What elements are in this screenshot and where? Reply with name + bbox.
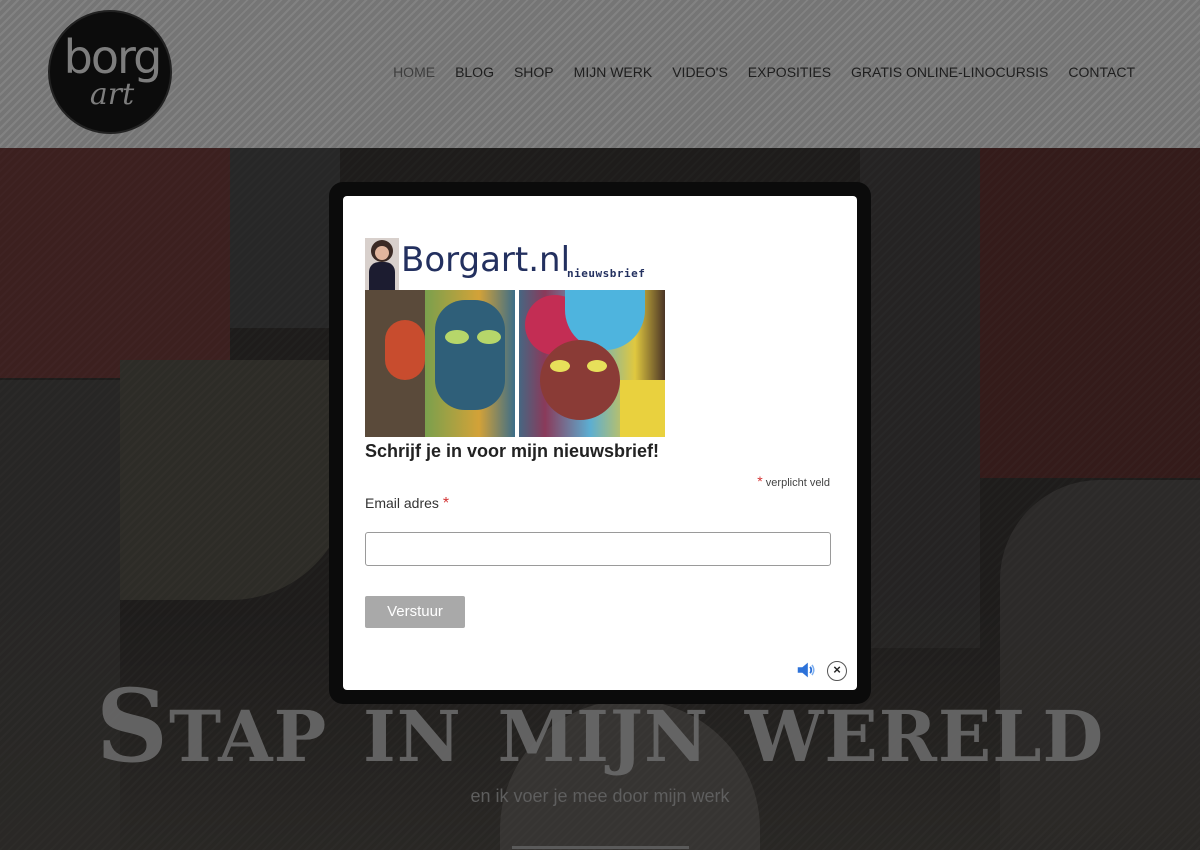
email-label-text: Email adres [365,495,439,511]
newsletter-banner-image: Borgart.nl nieuwsbrief [365,238,665,437]
portrait-body [369,262,395,290]
submit-button[interactable]: Verstuur [365,596,465,628]
main-nav: HOME BLOG SHOP MIJN WERK VIDEO'S EXPOSIT… [393,62,1135,82]
banner-header: Borgart.nl nieuwsbrief [365,238,665,290]
close-icon[interactable]: × [827,661,847,681]
banner-artwork [365,290,665,437]
required-star: * [757,473,763,489]
email-label: Email adres * [365,494,449,513]
hero-divider [512,846,689,849]
art-shape [385,320,425,380]
banner-brand-ext: .nl [528,240,571,280]
logo-text-bottom: art [89,77,135,112]
banner-tag: nieuwsbrief [567,267,646,280]
hero-subtitle: en ik voer je mee door mijn werk [470,786,730,806]
required-note-text: verplicht veld [765,477,830,489]
nav-item-blog[interactable]: BLOG [455,62,494,82]
modal-heading: Schrijf je in voor mijn nieuwsbrief! [365,441,660,461]
newsletter-modal: Borgart.nl nieuwsbrief Schrijf je in voo… [343,196,857,690]
site-logo[interactable]: borg art [48,10,172,134]
banner-brand: Borgart.nl [401,240,570,280]
email-input[interactable] [365,532,831,566]
nav-item-shop[interactable]: SHOP [514,62,554,82]
portrait-image [365,238,399,290]
email-required-star: * [442,495,450,512]
nav-item-videos[interactable]: VIDEO'S [672,62,728,82]
logo-text-top: borg [63,30,163,84]
nav-item-mijn-werk[interactable]: MIJN WERK [574,62,653,82]
art-shape [540,340,620,420]
site-header: borg art HOME BLOG SHOP MIJN WERK VIDEO'… [0,0,1200,148]
portrait-face [375,246,389,260]
banner-brand-name: Borgart [401,240,529,280]
nav-item-linocursus[interactable]: GRATIS ONLINE-LINOCURSIS [851,62,1048,82]
art-divider [515,290,519,437]
art-shape [445,330,469,344]
speaker-icon[interactable] [795,659,817,681]
nav-item-exposities[interactable]: EXPOSITIES [748,62,831,82]
art-shape [477,330,501,344]
art-shape [587,360,607,372]
nav-item-home[interactable]: HOME [393,62,435,82]
art-shape [435,300,505,410]
nav-item-contact[interactable]: CONTACT [1068,62,1135,82]
art-shape [620,380,665,437]
art-shape [550,360,570,372]
required-note: * verplicht veld [757,474,830,490]
